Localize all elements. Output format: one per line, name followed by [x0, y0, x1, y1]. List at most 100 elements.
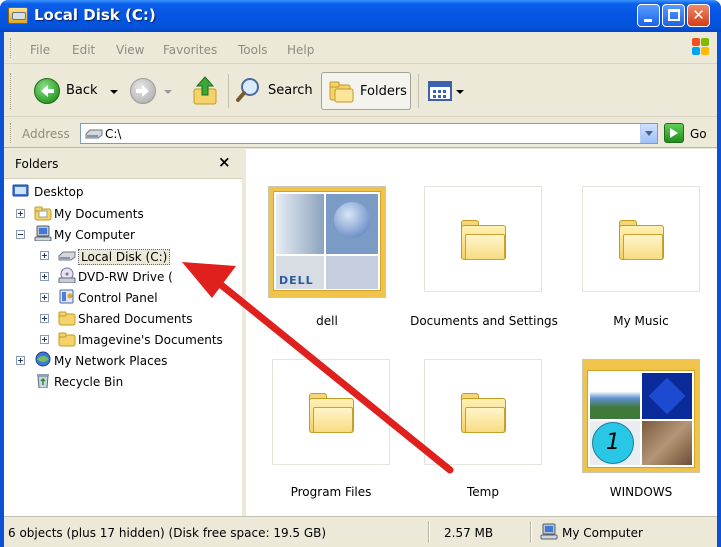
tree-label: Imagevine's Documents: [78, 333, 223, 347]
up-button[interactable]: [189, 73, 223, 109]
file-item-temp[interactable]: Temp: [406, 329, 566, 509]
file-item-my-music[interactable]: My Music: [564, 149, 717, 329]
my-documents-icon: [34, 206, 52, 221]
up-folder-icon: [193, 76, 217, 105]
views-icon: [428, 81, 452, 101]
folder-icon: [461, 220, 506, 260]
tree-label: My Network Places: [54, 354, 168, 368]
search-label: Search: [268, 83, 313, 98]
folders-label: Folders: [360, 84, 407, 99]
tree-item-recycle-bin[interactable]: Recycle Bin: [16, 372, 236, 392]
menu-file[interactable]: File: [30, 43, 50, 57]
file-item-dell[interactable]: DELL dell: [246, 149, 401, 329]
expand-icon[interactable]: [40, 251, 49, 260]
file-item-label: Temp: [467, 485, 499, 499]
thumbnail-image: [276, 194, 324, 254]
diamond-pattern-icon: [648, 377, 686, 415]
status-divider: [428, 521, 430, 543]
expand-icon[interactable]: [16, 209, 25, 218]
file-item-windows[interactable]: 1 WINDOWS: [564, 329, 717, 509]
tree-label: Recycle Bin: [54, 375, 124, 389]
search-button[interactable]: Search: [234, 73, 316, 109]
tree-label: Control Panel: [78, 291, 158, 305]
views-button[interactable]: [426, 73, 466, 109]
thumbnail-image: [642, 373, 692, 419]
tree-item-my-computer[interactable]: My Computer: [16, 225, 236, 245]
go-arrow-icon[interactable]: [664, 123, 684, 143]
local-disk-icon: [58, 251, 76, 261]
expand-icon[interactable]: [40, 335, 49, 344]
tree-item-my-documents[interactable]: My Documents: [16, 204, 236, 224]
status-size: 2.57 MB: [444, 526, 494, 540]
maximize-button[interactable]: [662, 4, 685, 27]
forward-arrow-icon: [130, 78, 156, 104]
forward-button[interactable]: [128, 73, 176, 109]
file-item-documents-and-settings[interactable]: Documents and Settings: [406, 149, 566, 329]
close-button[interactable]: ✕: [687, 4, 710, 27]
file-item-label: WINDOWS: [609, 485, 673, 499]
menu-grip: [10, 38, 13, 58]
folder-tile: [272, 359, 390, 465]
file-item-program-files[interactable]: Program Files: [246, 329, 406, 509]
tree-label: My Computer: [54, 228, 135, 242]
title-bar[interactable]: Local Disk (C:) ✕: [0, 0, 721, 32]
close-pane-icon[interactable]: ×: [218, 153, 231, 171]
folders-icon: [329, 81, 354, 103]
tree-item-shared-documents[interactable]: Shared Documents: [40, 309, 240, 329]
tree-item-desktop[interactable]: Desktop: [12, 182, 232, 202]
folder-icon: [619, 220, 664, 260]
menu-tools[interactable]: Tools: [238, 43, 268, 57]
address-dropdown-button[interactable]: [640, 124, 657, 143]
back-button[interactable]: Back: [30, 73, 120, 109]
forward-dropdown-icon[interactable]: [164, 90, 172, 94]
collapse-icon[interactable]: [16, 230, 25, 239]
standard-toolbar: Back Search Folders: [4, 65, 717, 117]
tree-item-local-disk[interactable]: Local Disk (C:): [40, 246, 240, 266]
folders-button[interactable]: Folders: [321, 72, 411, 110]
folders-pane-title: Folders: [15, 157, 59, 171]
window-body: File Edit View Favorites Tools Help Back: [4, 32, 717, 547]
thumbnail-image: [642, 421, 692, 465]
tree-item-control-panel[interactable]: Control Panel: [40, 288, 240, 308]
tree-label: Local Disk (C:): [78, 249, 171, 265]
file-item-label: My Music: [613, 314, 669, 328]
minimize-icon: [644, 19, 652, 22]
toolbar-grip: [10, 73, 13, 109]
search-icon: [236, 78, 259, 102]
expand-icon[interactable]: [40, 272, 49, 281]
address-label: Address: [22, 127, 70, 141]
status-zone: My Computer: [562, 526, 643, 540]
control-panel-icon: [59, 289, 74, 304]
folder-icon: [58, 311, 76, 326]
minimize-button[interactable]: [637, 4, 660, 27]
file-item-label: dell: [316, 314, 338, 328]
tree-item-my-network-places[interactable]: My Network Places: [16, 351, 236, 371]
folders-pane: Folders × Desktop My Documents My Comput…: [4, 149, 246, 516]
tree-item-imagevines-documents[interactable]: Imagevine's Documents: [40, 330, 240, 350]
folder-icon: [309, 393, 354, 433]
thumbnail-image: [326, 194, 378, 254]
expand-icon[interactable]: [40, 293, 49, 302]
thumbnail-image: 1: [590, 421, 640, 465]
tree-item-dvd-drive[interactable]: DVD-RW Drive (: [40, 267, 240, 287]
windows-thumbnail: 1: [582, 359, 700, 473]
file-item-label: Program Files: [290, 485, 372, 499]
dell-badge-icon: [334, 202, 370, 238]
expand-icon[interactable]: [40, 314, 49, 323]
expand-icon[interactable]: [16, 356, 25, 365]
address-bar: Address C:\ Go: [4, 118, 717, 148]
menu-help[interactable]: Help: [287, 43, 314, 57]
menu-view[interactable]: View: [116, 43, 144, 57]
back-dropdown-icon[interactable]: [110, 90, 118, 94]
tree-label: Desktop: [34, 185, 84, 199]
menu-edit[interactable]: Edit: [72, 43, 95, 57]
status-summary: 6 objects (plus 17 hidden) (Disk free sp…: [8, 526, 327, 540]
network-places-icon: [35, 351, 51, 367]
dell-thumbnail: DELL: [268, 186, 386, 298]
address-input[interactable]: C:\: [80, 123, 658, 144]
file-view: DELL dell Documents and Settings My Musi…: [246, 149, 717, 516]
go-button[interactable]: Go: [690, 127, 707, 141]
menu-favorites[interactable]: Favorites: [163, 43, 217, 57]
tree-label: Shared Documents: [78, 312, 193, 326]
drive-icon: [85, 129, 103, 139]
